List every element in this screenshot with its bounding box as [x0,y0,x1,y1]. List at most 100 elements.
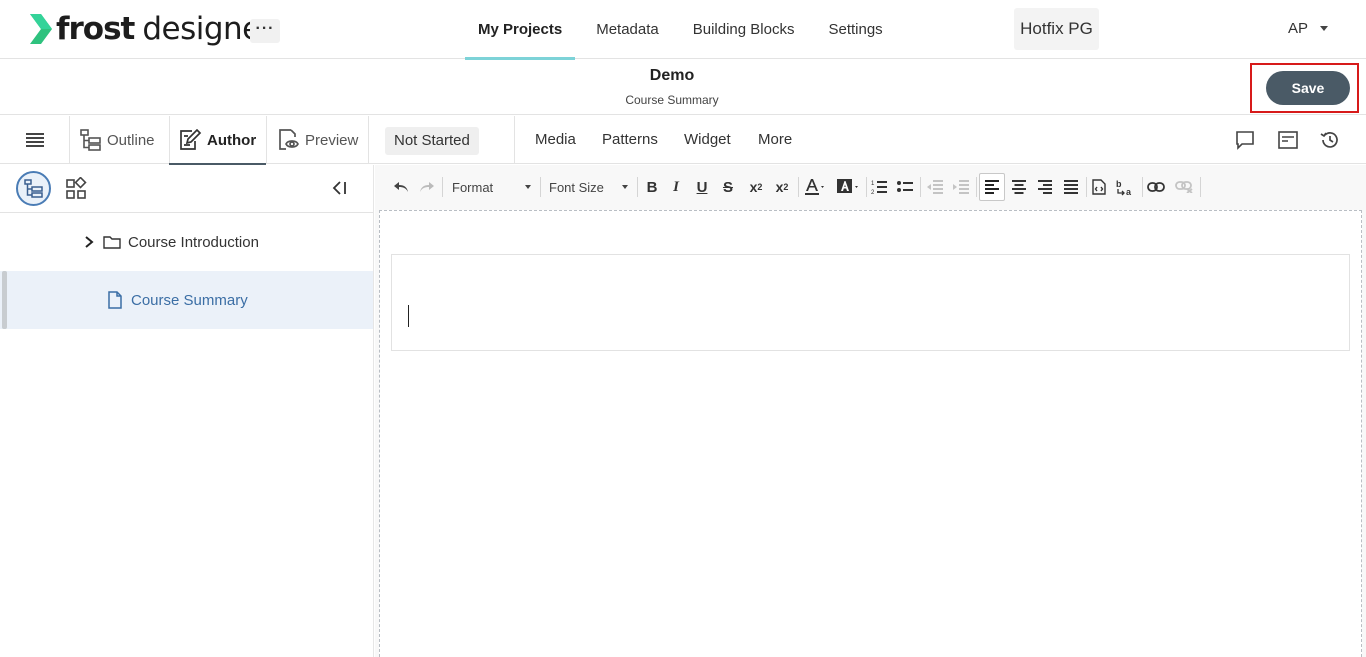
outdent-icon[interactable] [925,177,945,197]
divider [540,177,541,197]
outline-panel: Course Introduction Course Summary [0,165,374,657]
caret-down-icon [525,185,531,189]
divider [1086,177,1087,197]
font-size-dropdown[interactable]: Font Size [549,177,634,197]
save-button[interactable]: Save [1266,71,1350,105]
text-block[interactable] [391,254,1350,351]
document-title-bar: Demo Course Summary Save [0,60,1366,115]
save-highlight-frame: Save [1250,63,1359,113]
history-icon[interactable] [1320,130,1340,150]
divider [266,116,267,164]
caret-down-icon [1320,26,1329,31]
underline-icon[interactable]: U [693,177,711,197]
nav-my-projects[interactable]: My Projects [465,0,576,60]
align-right-icon[interactable] [1035,177,1055,197]
tab-preview-label: Preview [305,131,359,149]
status-badge[interactable]: Not Started [385,127,479,155]
svg-text:2: 2 [871,190,875,195]
strikethrough-icon[interactable]: S [719,177,737,197]
comment-icon[interactable] [1235,130,1255,150]
align-left-glyph [985,180,999,194]
rich-text-toolbar: Format Font Size B I U S x2 x2 1 2 b a [379,165,1362,210]
tree-view-button[interactable] [16,171,51,206]
find-replace-glyph: b a [1116,179,1132,196]
undo-button[interactable] [391,177,411,197]
redo-button[interactable] [417,177,437,197]
tab-preview[interactable]: Preview [276,116,358,164]
tree-item-course-introduction[interactable]: Course Introduction [0,213,373,271]
align-center-icon[interactable] [1009,177,1029,197]
tree-view-icon [23,178,43,198]
notes-icon[interactable] [1278,130,1298,150]
link-glyph [1147,182,1165,192]
folder-icon [103,236,121,249]
page-file-icon [108,291,122,309]
align-left-icon[interactable] [979,173,1005,201]
bullet-list-icon[interactable] [895,177,915,197]
divider [798,177,799,197]
mode-toolbar: Outline Author Preview Not Started Media… [0,116,1366,165]
ordered-list-icon[interactable]: 1 2 [869,177,889,197]
background-color-icon [837,179,858,193]
collapse-panel-icon[interactable] [330,179,348,197]
menu-more[interactable]: More [758,116,792,164]
divider [1200,177,1201,197]
unlink-glyph [1175,181,1193,193]
unlink-icon[interactable] [1173,177,1195,197]
svg-text:b: b [1116,179,1122,189]
tree-item-label: Course Introduction [128,233,259,251]
hamburger-icon [25,133,44,147]
nav-metadata[interactable]: Metadata [583,0,672,59]
align-justify-icon[interactable] [1061,177,1081,197]
redo-icon [420,182,434,192]
document-subtitle: Course Summary [625,93,719,107]
document-title: Demo [649,67,695,84]
format-dropdown[interactable]: Format [452,177,537,197]
divider [368,116,369,164]
main-nav: My Projects Metadata Building Blocks Set… [465,0,896,60]
subscript-icon[interactable]: x2 [745,177,767,197]
bullet-list-glyph [897,181,913,192]
text-cursor [408,305,409,327]
editor-canvas[interactable] [379,210,1362,657]
menu-patterns[interactable]: Patterns [602,116,658,164]
svg-text:1: 1 [871,181,875,187]
divider [976,177,977,197]
nav-settings[interactable]: Settings [815,0,895,59]
outline-panel-toolbar [0,165,373,213]
user-menu[interactable]: AP [1288,20,1329,37]
background-color-button[interactable] [835,177,863,197]
ordered-list-glyph: 1 2 [871,181,887,195]
divider [442,177,443,197]
logo-chevron-icon [30,14,52,44]
find-replace-icon[interactable]: b a [1115,177,1137,197]
bold-icon[interactable]: B [643,177,661,197]
italic-icon[interactable]: I [667,177,685,197]
source-code-icon[interactable] [1089,177,1109,197]
project-switcher[interactable]: Hotfix PG [1014,8,1099,50]
tree-item-course-summary[interactable]: Course Summary [0,271,373,329]
user-initials: AP [1288,20,1309,37]
author-edit-icon [180,129,202,150]
tab-author[interactable]: Author [169,116,266,165]
tab-outline[interactable]: Outline [80,116,155,164]
text-color-button[interactable] [803,177,829,197]
superscript-icon[interactable]: x2 [771,177,793,197]
indent-icon[interactable] [951,177,971,197]
hamburger-menu-button[interactable] [0,116,70,164]
source-code-glyph [1092,179,1106,195]
align-justify-glyph [1064,180,1078,194]
chevron-right-icon[interactable] [84,235,94,249]
tab-author-label: Author [207,131,257,149]
nav-building-blocks[interactable]: Building Blocks [680,0,808,59]
menu-widget[interactable]: Widget [684,116,731,164]
app-logo[interactable]: frost designer [28,10,273,48]
font-size-dropdown-label: Font Size [549,179,604,195]
link-icon[interactable] [1145,177,1167,197]
more-options-button[interactable]: ··· [250,19,280,43]
blocks-view-icon[interactable] [64,177,88,201]
divider [514,116,515,164]
divider [920,177,921,197]
format-dropdown-label: Format [452,179,494,195]
menu-media[interactable]: Media [535,116,576,164]
